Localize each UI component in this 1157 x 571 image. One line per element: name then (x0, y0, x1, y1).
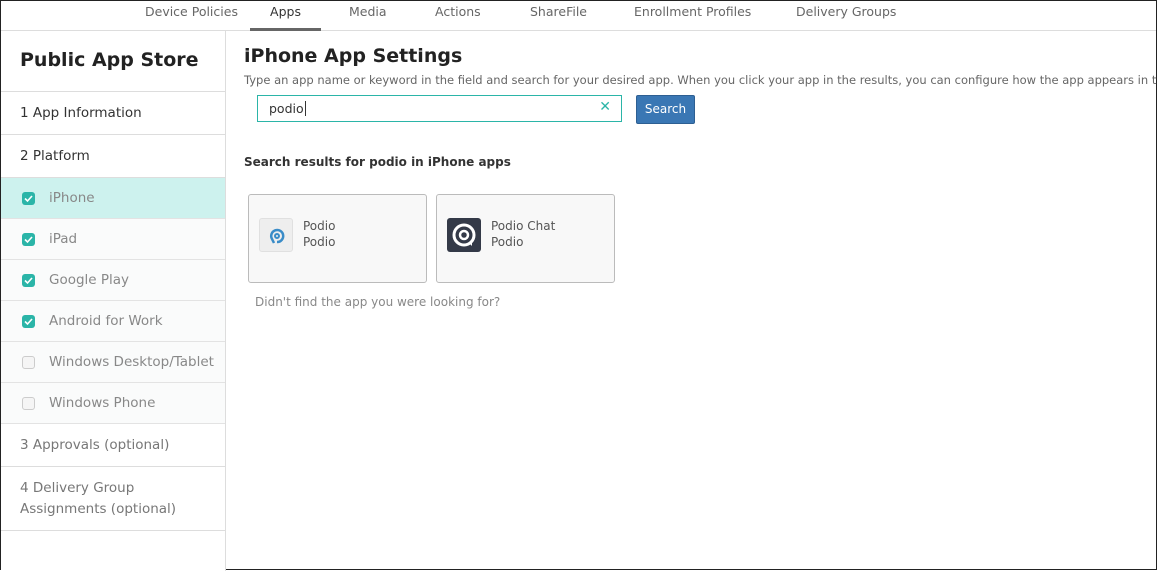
platform-label: Google Play (49, 272, 130, 288)
result-card-podio-chat[interactable]: Podio Chat Podio (436, 194, 615, 283)
step-delivery-group-assignments[interactable]: 4 Delivery Group Assignments (optional) (1, 467, 225, 531)
top-nav: Device Policies Apps Media Actions Share… (1, 1, 1156, 31)
platform-label: Android for Work (49, 313, 163, 329)
checkbox[interactable] (22, 396, 35, 410)
search-input[interactable]: podio ✕ (257, 95, 622, 122)
checkbox[interactable] (22, 191, 35, 205)
search-value: podio (269, 101, 304, 116)
platform-label: Windows Desktop/Tablet (49, 354, 214, 370)
checkbox[interactable] (22, 232, 35, 246)
checkbox[interactable] (22, 273, 35, 287)
step-approvals[interactable]: 3 Approvals (optional) (1, 424, 225, 467)
platform-item-windows-desktop-tablet[interactable]: Windows Desktop/Tablet (1, 342, 225, 383)
step-platform[interactable]: 2 Platform (1, 135, 225, 178)
tab-device-policies[interactable]: Device Policies (145, 1, 238, 31)
page-title: iPhone App Settings (244, 45, 463, 67)
app-name: Podio Chat (491, 219, 556, 233)
clear-icon[interactable]: ✕ (599, 99, 611, 115)
platform-item-iphone[interactable]: iPhone (1, 178, 225, 219)
platform-item-windows-phone[interactable]: Windows Phone (1, 383, 225, 424)
app-name: Podio (303, 219, 336, 233)
page-description: Type an app name or keyword in the field… (244, 73, 1157, 87)
platform-item-google-play[interactable]: Google Play (1, 260, 225, 301)
tab-media[interactable]: Media (349, 1, 387, 31)
podio-app-icon (259, 218, 293, 252)
sidebar: Public App Store 1 App Information 2 Pla… (1, 31, 226, 571)
platform-item-android-for-work[interactable]: Android for Work (1, 301, 225, 342)
platform-item-ipad[interactable]: iPad (1, 219, 225, 260)
tab-enrollment-profiles[interactable]: Enrollment Profiles (634, 1, 751, 31)
platform-label: Windows Phone (49, 395, 156, 411)
podio-chat-app-icon (447, 218, 481, 252)
search-button[interactable]: Search (636, 95, 695, 124)
results-heading: Search results for podio in iPhone apps (244, 155, 511, 169)
checkbox[interactable] (22, 355, 35, 369)
checkbox[interactable] (22, 314, 35, 328)
sidebar-title: Public App Store (1, 31, 225, 92)
result-card-podio[interactable]: Podio Podio (248, 194, 427, 283)
platform-label: iPhone (49, 190, 95, 206)
app-vendor: Podio (303, 235, 336, 249)
step-app-information[interactable]: 1 App Information (1, 92, 225, 135)
tab-actions[interactable]: Actions (435, 1, 481, 31)
tab-apps[interactable]: Apps (250, 1, 321, 31)
not-found-link[interactable]: Didn't find the app you were looking for… (255, 295, 500, 309)
platform-label: iPad (49, 231, 78, 247)
tab-delivery-groups[interactable]: Delivery Groups (796, 1, 896, 31)
tab-sharefile[interactable]: ShareFile (530, 1, 587, 31)
app-vendor: Podio (491, 235, 524, 249)
